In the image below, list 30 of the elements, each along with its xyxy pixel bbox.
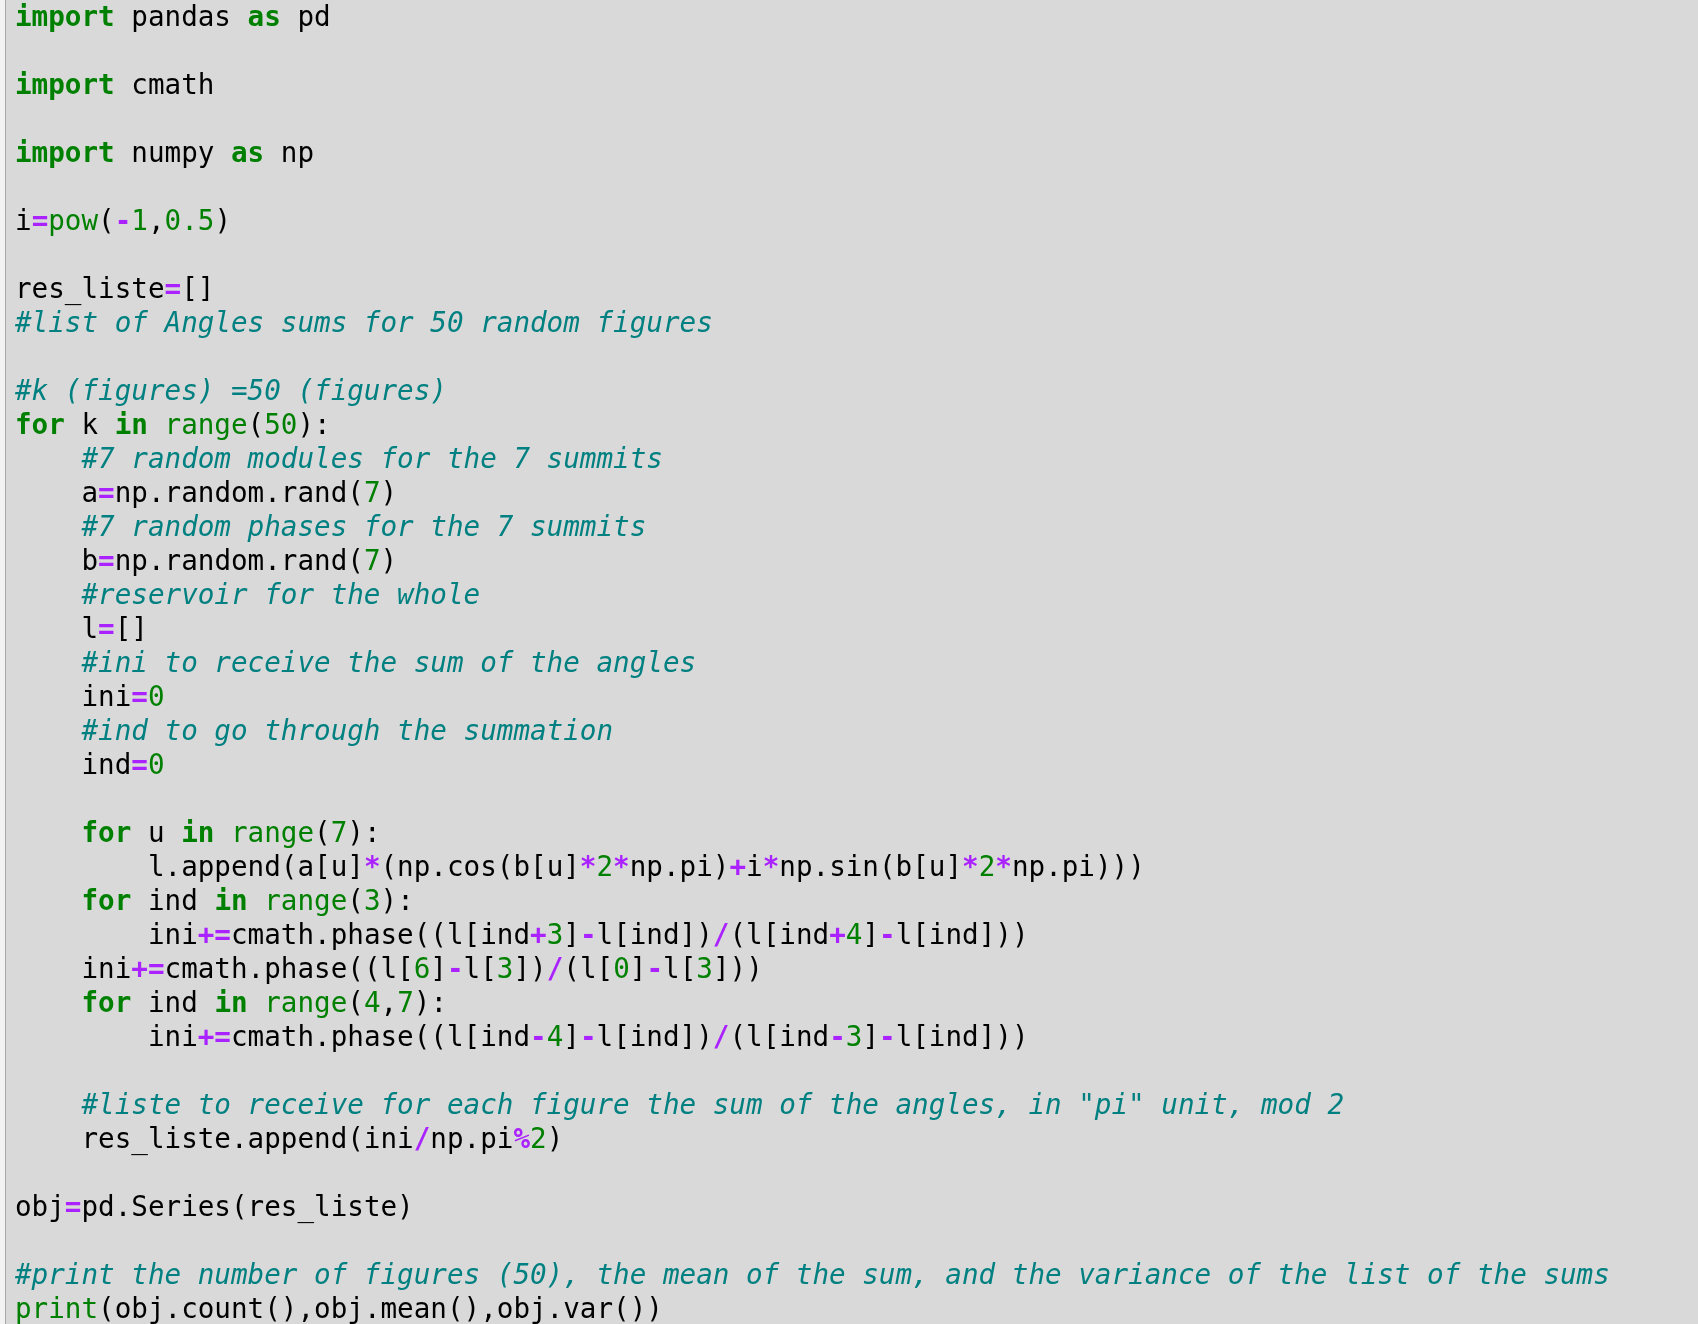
code-line: import numpy as np [15, 136, 315, 169]
code-line: print(obj.count(),obj.mean(),obj.var()) [15, 1292, 663, 1324]
code-line: for k in range(50): [15, 408, 331, 441]
code-line: b=np.random.rand(7) [80, 544, 398, 577]
code-line: #ini to receive the sum of the angles [80, 646, 697, 679]
code-line: import cmath [15, 68, 215, 101]
code-line: a=np.random.rand(7) [80, 476, 398, 509]
code-line: for u in range(7): [80, 816, 381, 849]
code-line: import pandas as pd [15, 0, 331, 33]
code-line: for ind in range(4,7): [80, 986, 448, 1019]
code-line: #k (figures) =50 (figures) [15, 374, 447, 407]
code-line: for ind in range(3): [80, 884, 414, 917]
code-line: ini+=cmath.phase((l[6]-l[3])/(l[0]-l[3])) [80, 952, 763, 985]
code-line: #7 random phases for the 7 summits [80, 510, 647, 543]
code-line: #7 random modules for the 7 summits [80, 442, 663, 475]
code-line: ini+=cmath.phase((l[ind-4]-l[ind])/(l[ind-3]-l[ind])) [146, 1020, 1029, 1053]
code-line: i=pow(-1,0.5) [15, 204, 232, 237]
code-line: #liste to receive for each figure the sum of the angles, in "pi" unit, mod 2 [80, 1088, 1345, 1121]
code-line: ind=0 [80, 748, 165, 781]
code-line: obj=pd.Series(res_liste) [15, 1190, 414, 1223]
code-line: ini=0 [80, 680, 165, 713]
code-line: ini+=cmath.phase((l[ind+3]-l[ind])/(l[ind+4]-l[ind])) [146, 918, 1029, 951]
code-line: res_liste.append(ini/np.pi%2) [80, 1122, 564, 1155]
code-line: l.append(a[u]*(np.cos(b[u]*2*np.pi)+i*np.sin(b[u]*2*np.pi))) [146, 850, 1145, 883]
code-line: #print the number of figures (50), the mean of the sum, and the variance of the list of the sums [15, 1258, 1610, 1291]
code-line: #list of Angles sums for 50 random figures [15, 306, 713, 339]
code-line: #reservoir for the whole [80, 578, 481, 611]
code-line: l=[] [80, 612, 148, 645]
code-line: #ind to go through the summation [80, 714, 614, 747]
code-line: res_liste=[] [15, 272, 215, 305]
